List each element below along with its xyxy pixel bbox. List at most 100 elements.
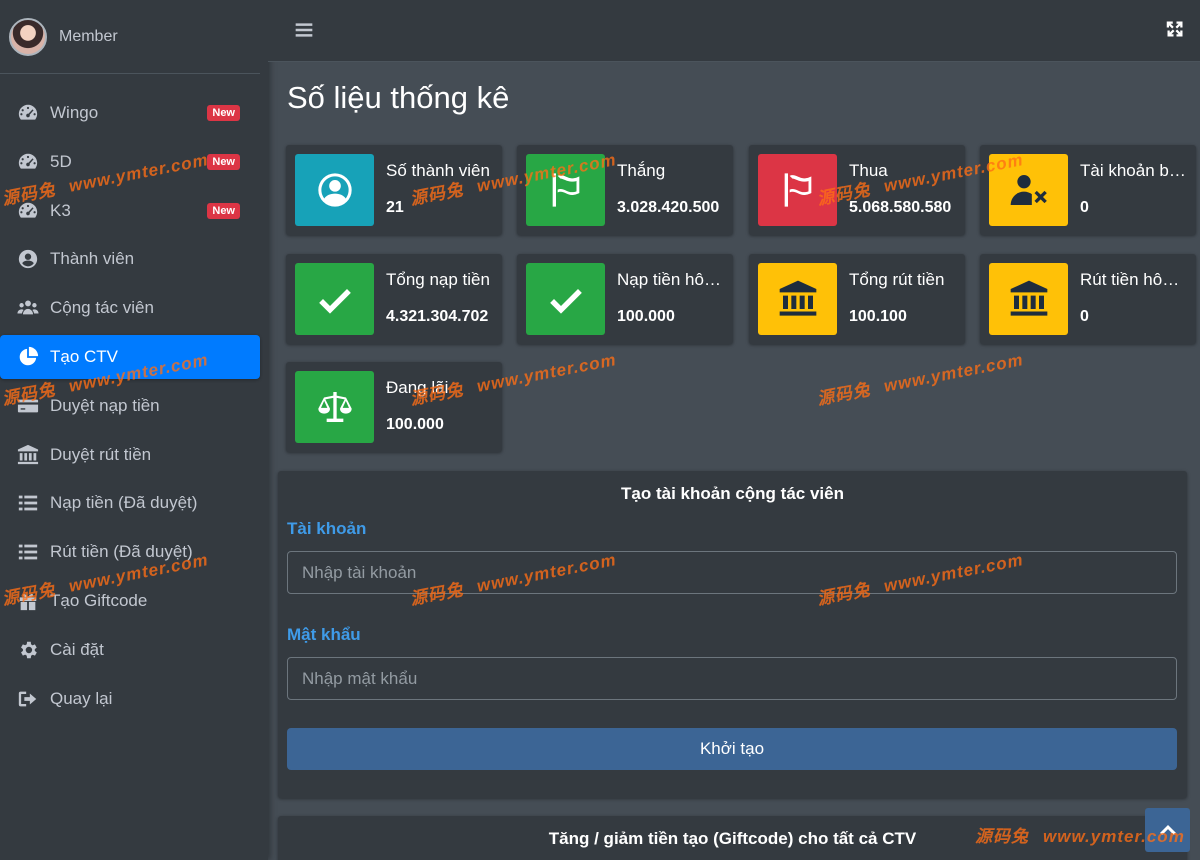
gauge-icon — [16, 150, 40, 174]
sidebar-item-label: Rút tiền (Đã duyệt) — [50, 542, 193, 562]
stat-box-deposit-today: Nạp tiền hôm nay 100.000 — [517, 254, 733, 344]
sidebar-item-label: Thành viên — [50, 249, 135, 269]
stat-value: 5.068.580.580 — [849, 199, 952, 216]
stat-value: 100.100 — [849, 308, 907, 325]
sidebar-item-settings[interactable]: Cài đặt — [0, 628, 260, 672]
check-icon — [526, 263, 605, 335]
stat-value: 100.000 — [386, 416, 444, 433]
sidebar-item-approve-deposit[interactable]: Duyệt nạp tiền — [0, 384, 260, 428]
sidebar-item-label: Nạp tiền (Đã duyệt) — [50, 493, 198, 513]
list-icon — [16, 491, 40, 515]
fullscreen-expand-icon[interactable] — [1166, 20, 1186, 40]
credit-card-icon — [16, 394, 40, 418]
password-input[interactable] — [287, 657, 1177, 700]
hamburger-menu-icon[interactable] — [292, 18, 316, 42]
check-icon — [295, 263, 374, 335]
sidebar-item-label: Quay lại — [50, 688, 113, 708]
sidebar-item-create-giftcode[interactable]: Tạo Giftcode — [0, 579, 260, 623]
watermark: 源码兔 www.ymter.com — [815, 345, 1026, 410]
new-badge: New — [207, 105, 240, 121]
sidebar-item-back[interactable]: Quay lại — [0, 677, 260, 721]
stat-label: Tài khoản bị khóa — [1080, 161, 1188, 180]
user-circle-icon — [295, 154, 374, 226]
sidebar-item-k3[interactable]: K3 New — [0, 189, 260, 233]
sidebar-item-withdrawals-approved[interactable]: Rút tiền (Đã duyệt) — [0, 530, 260, 574]
card-title: Tăng / giảm tiền tạo (Giftcode) cho tất … — [548, 829, 917, 848]
sidebar-item-label: Duyệt rút tiền — [50, 444, 152, 464]
flag-icon — [758, 154, 837, 226]
sidebar-item-wingo[interactable]: Wingo New — [0, 91, 260, 135]
page-title: Số liệu thống kê — [287, 80, 510, 115]
watermark-cn: 源码兔 — [815, 379, 873, 409]
stat-label: Thua — [849, 161, 888, 180]
gear-icon — [16, 638, 40, 662]
sidebar-item-label: Cộng tác viên — [50, 298, 154, 318]
stat-box-members: Số thành viên 21 — [286, 145, 502, 235]
stat-label: Tổng rút tiền — [849, 270, 945, 289]
stat-label: Nạp tiền hôm nay — [617, 270, 725, 289]
sidebar-item-create-ctv[interactable]: Tạo CTV — [0, 334, 260, 379]
users-icon — [16, 296, 40, 320]
gauge-icon — [16, 101, 40, 125]
sidebar-item-deposits-approved[interactable]: Nạp tiền (Đã duyệt) — [0, 481, 260, 525]
user-panel[interactable]: Member — [0, 0, 260, 74]
sidebar-item-label: Tạo Giftcode — [50, 590, 148, 610]
password-label: Mật khẩu — [287, 625, 361, 644]
sidebar-item-label: Tạo CTV — [50, 346, 119, 366]
avatar — [9, 17, 47, 56]
stat-label: Rút tiền hôm nay — [1080, 270, 1188, 289]
create-button[interactable]: Khởi tạo — [287, 728, 1177, 770]
top-navbar — [268, 0, 1200, 62]
sidebar-item-members[interactable]: Thành viên — [0, 237, 260, 281]
create-collaborator-card: Tạo tài khoản cộng tác viên Tài khoản Mậ… — [278, 471, 1187, 798]
sidebar-item-label: K3 — [50, 200, 71, 220]
stat-box-losses: Thua 5.068.580.580 — [749, 145, 965, 235]
balance-scale-icon — [295, 371, 374, 443]
stat-value: 3.028.420.500 — [617, 199, 720, 216]
stat-label: Thắng — [617, 161, 666, 180]
pie-chart-icon — [16, 345, 40, 369]
scroll-to-top-button[interactable] — [1145, 808, 1190, 852]
stat-value: 4.321.304.702 — [386, 308, 489, 325]
sidebar-item-collaborators[interactable]: Cộng tác viên — [0, 286, 260, 330]
user-name: Member — [59, 27, 118, 45]
sign-out-icon — [16, 687, 40, 711]
bank-icon — [758, 263, 837, 335]
stat-label: Tổng nạp tiền — [386, 270, 490, 289]
stat-label: Đang lãi — [386, 378, 449, 397]
sidebar-item-label: Duyệt nạp tiền — [50, 395, 160, 415]
stat-box-total-deposit: Tổng nạp tiền 4.321.304.702 — [286, 254, 502, 344]
stat-value: 0 — [1080, 199, 1089, 216]
user-times-icon — [989, 154, 1068, 226]
stat-box-total-withdraw: Tổng rút tiền 100.100 — [749, 254, 965, 344]
user-circle-icon — [16, 247, 40, 271]
new-badge: New — [207, 153, 240, 170]
stat-box-wins: Thắng 3.028.420.500 — [517, 145, 733, 235]
chevron-up-icon — [1159, 825, 1176, 835]
gift-icon — [16, 589, 40, 613]
new-badge: New — [207, 202, 240, 219]
sidebar-item-approve-withdraw[interactable]: Duyệt rút tiền — [0, 433, 260, 477]
stat-box-profit: Đang lãi 100.000 — [286, 362, 502, 452]
sidebar-item-label: 5D — [50, 151, 72, 171]
stat-box-withdraw-today: Rút tiền hôm nay 0 — [980, 254, 1196, 344]
flag-icon — [526, 154, 605, 226]
account-label: Tài khoản — [287, 519, 367, 538]
bank-icon — [16, 443, 40, 467]
sidebar-nav: Wingo New 5D New K3 New Thành viên Cộng … — [0, 91, 268, 725]
sidebar-item-label: Cài đặt — [50, 639, 104, 659]
stat-value: 0 — [1080, 308, 1089, 325]
stat-value: 21 — [386, 199, 404, 216]
list-icon — [16, 540, 40, 564]
giftcode-card: Tăng / giảm tiền tạo (Giftcode) cho tất … — [278, 816, 1187, 860]
sidebar-item-5d[interactable]: 5D New — [0, 140, 260, 184]
sidebar-item-label: Wingo — [50, 103, 99, 122]
gauge-icon — [16, 199, 40, 223]
account-input[interactable] — [287, 551, 1177, 594]
sidebar: Member Wingo New 5D New K3 New Thành viê… — [0, 0, 268, 860]
stat-value: 100.000 — [617, 308, 675, 325]
bank-icon — [989, 263, 1068, 335]
card-title: Tạo tài khoản cộng tác viên — [621, 484, 844, 503]
stat-box-locked-accounts: Tài khoản bị khóa 0 — [980, 145, 1196, 235]
stat-label: Số thành viên — [386, 161, 490, 180]
